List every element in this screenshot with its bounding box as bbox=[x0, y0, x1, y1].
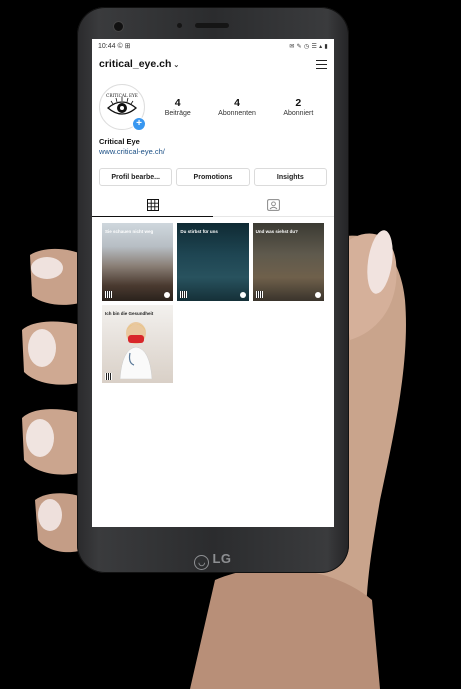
post-thumbnail[interactable]: Sie schauen nicht weg bbox=[102, 223, 174, 301]
chevron-down-icon: ⌄ bbox=[173, 62, 180, 69]
post-caption: Und was siehst du? bbox=[255, 229, 298, 234]
brand-logo: ◡ LG bbox=[77, 551, 349, 570]
eye-logo-icon bbox=[239, 292, 246, 298]
proximity-sensor bbox=[177, 23, 182, 28]
qr-code-icon bbox=[255, 291, 263, 298]
display-name: Critical Eye bbox=[99, 137, 140, 146]
stat-label: Abonniert bbox=[283, 110, 314, 117]
post-caption: Sie schauen nicht weg bbox=[105, 229, 154, 234]
username: critical_eye.ch bbox=[99, 58, 172, 70]
tagged-person-icon bbox=[267, 199, 280, 211]
eye-logo-icon bbox=[315, 292, 321, 298]
posts-grid: Sie schauen nicht weg Du stirbst für uns… bbox=[92, 217, 334, 383]
profile-header: critical_eye.ch ⌄ bbox=[92, 53, 334, 75]
website-link[interactable]: www.critical-eye.ch/ bbox=[99, 147, 327, 156]
stat-followers[interactable]: 4 Abonnenten bbox=[218, 97, 256, 117]
stat-label: Beiträge bbox=[164, 110, 191, 117]
hamburger-menu-icon[interactable] bbox=[316, 59, 327, 69]
status-time: 10:44 bbox=[98, 43, 116, 50]
status-left: 10:44 © ⊞ bbox=[98, 42, 130, 50]
add-story-icon[interactable]: + bbox=[132, 117, 146, 131]
scene: ◡ LG 10:44 © ⊞ ✉ ✎ ◷ ☰ ▴ ▮ critical_eye.c… bbox=[0, 0, 461, 689]
post-thumbnail[interactable]: Du stirbst für uns bbox=[177, 223, 249, 301]
post-thumbnail[interactable]: Und was siehst du? bbox=[252, 223, 324, 301]
promotions-button[interactable]: Promotions bbox=[176, 168, 250, 186]
post-thumbnail[interactable]: Ich bin die Gesundheit bbox=[102, 305, 174, 383]
stat-posts[interactable]: 4 Beiträge bbox=[165, 97, 191, 117]
profile-bio: Critical Eye www.critical-eye.ch/ bbox=[92, 133, 334, 156]
qr-code-icon bbox=[105, 373, 112, 380]
qr-code-icon bbox=[105, 291, 112, 298]
brand-text: LG bbox=[212, 551, 232, 566]
doctor-illustration bbox=[119, 322, 153, 379]
profile-summary: CRITICAL EYE + 4 Beiträge 4 Abonnenten 2… bbox=[92, 75, 334, 133]
tab-tagged[interactable] bbox=[213, 194, 334, 216]
qr-code-icon bbox=[180, 291, 188, 298]
status-icons-right: ✉ ✎ ◷ ☰ ▴ ▮ bbox=[289, 43, 328, 50]
status-bar: 10:44 © ⊞ ✉ ✎ ◷ ☰ ▴ ▮ bbox=[92, 39, 334, 53]
earpiece-speaker bbox=[195, 23, 229, 28]
stat-following[interactable]: 2 Abonniert bbox=[283, 97, 313, 117]
post-caption: Ich bin die Gesundheit bbox=[105, 311, 154, 316]
stat-value: 4 bbox=[234, 97, 240, 109]
insights-button[interactable]: Insights bbox=[253, 168, 327, 186]
stat-value: 2 bbox=[295, 97, 302, 109]
profile-tabs bbox=[92, 194, 334, 217]
tab-grid[interactable] bbox=[92, 194, 213, 217]
status-icons-left: © ⊞ bbox=[117, 43, 131, 50]
eye-logo-icon bbox=[164, 292, 171, 298]
avatar[interactable]: CRITICAL EYE + bbox=[99, 84, 146, 131]
phone-top-bezel bbox=[77, 7, 349, 41]
stat-value: 4 bbox=[174, 97, 181, 109]
lg-logo-icon: ◡ bbox=[194, 555, 210, 570]
account-switcher[interactable]: critical_eye.ch ⌄ bbox=[99, 58, 179, 70]
grid-icon bbox=[146, 199, 159, 211]
stat-label: Abonnenten bbox=[218, 110, 256, 117]
front-camera bbox=[113, 21, 124, 32]
profile-actions: Profil bearbe... Promotions Insights bbox=[92, 156, 334, 186]
post-caption: Du stirbst für uns bbox=[180, 229, 218, 234]
profile-stats: 4 Beiträge 4 Abonnenten 2 Abonniert bbox=[151, 97, 327, 117]
phone-screen: 10:44 © ⊞ ✉ ✎ ◷ ☰ ▴ ▮ critical_eye.ch ⌄ C… bbox=[92, 39, 334, 527]
edit-profile-button[interactable]: Profil bearbe... bbox=[99, 168, 173, 186]
